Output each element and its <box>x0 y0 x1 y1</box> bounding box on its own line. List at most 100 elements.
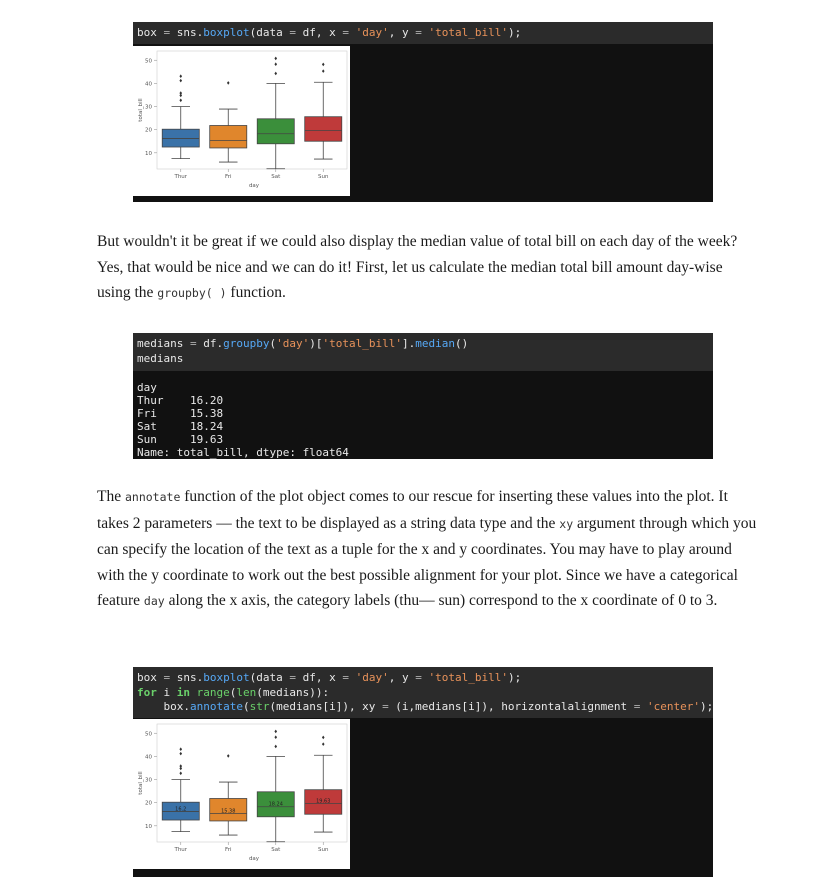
median-annotation: 15.38 <box>221 808 235 814</box>
x-tick-label: Sun <box>318 847 329 853</box>
x-axis-label: day <box>249 183 260 189</box>
code-token: (medians)): <box>256 685 330 699</box>
code-token: , y <box>388 26 416 39</box>
code-token: (data <box>249 671 290 684</box>
code-token: 'total_bill' <box>322 337 402 350</box>
code-token: 'day' <box>355 671 389 684</box>
paragraph-text: The <box>97 488 125 505</box>
y-tick-label: 40 <box>145 81 152 87</box>
code-token: boxplot <box>203 26 250 39</box>
code-token: = <box>289 26 296 39</box>
x-axis-label: day <box>249 856 260 862</box>
code-token: medians <box>137 337 190 350</box>
code-token: (medians[i]), xy <box>269 700 383 713</box>
code-token: , y <box>388 671 416 684</box>
code-token: ); <box>699 700 714 713</box>
code-token: (i,medians[i]), horizontalalignment <box>388 700 634 713</box>
output-line: Fri 15.38 <box>137 407 224 420</box>
boxplot-chart: 10 20 30 40 50 total_bill Thur Fri Sat Sun day <box>133 46 350 196</box>
output-line: Name: total_bill, dtype: float64 <box>137 446 349 459</box>
code-token: for <box>137 685 157 699</box>
code-line: box.annotate(str(medians[i]), xy = (i,me… <box>137 700 713 715</box>
y-tick-label: 10 <box>145 824 152 830</box>
code-token: 'day' <box>276 337 310 350</box>
code-token: 'total_bill' <box>428 26 508 39</box>
code-token: i <box>156 685 177 699</box>
y-tick-label: 20 <box>145 801 152 807</box>
code-token: df, x <box>295 671 343 684</box>
annotated-boxplot-svg: 10 20 30 40 50 total_bill 16.2 Thur 15.38 Fri 18.2… <box>138 723 348 862</box>
code-token: annotate <box>189 700 243 713</box>
boxplot-svg: 10 20 30 40 50 total_bill Thur Fri Sat Sun day <box>138 50 348 189</box>
paragraph-text-end: function. <box>226 284 286 301</box>
median-annotation: 19.63 <box>316 799 330 805</box>
code-token: ); <box>507 26 522 39</box>
inline-code-groupby: groupby( ) <box>157 286 227 300</box>
code-token: str <box>249 700 270 713</box>
code-token: = <box>382 700 389 713</box>
paragraph-text: along the x axis, the category labels (t… <box>164 592 718 609</box>
code-token: = <box>415 671 422 684</box>
y-axis-label: total_bill <box>138 771 144 795</box>
code-token: 'center' <box>646 700 700 713</box>
y-tick-label: 50 <box>145 58 152 64</box>
output-line: Sun 19.63 <box>137 433 224 446</box>
box-sat <box>256 118 295 145</box>
code-token: range <box>196 685 230 699</box>
code-output: day Thur 16.20 Fri 15.38 Sat 18.24 Sun 19.63… <box>133 371 713 459</box>
x-tick-label: Sat <box>271 847 281 853</box>
code-token: sns. <box>170 26 204 39</box>
inline-code: annotate <box>124 490 181 504</box>
annotated-boxplot-chart: 10 20 30 40 50 total_bill 16.2 Thur 15.38 Fri 18.2… <box>133 719 350 869</box>
paragraph-annotate: The annotate function of the plot object… <box>97 484 757 615</box>
plot-area <box>156 50 348 170</box>
code-line: box = sns.boxplot(data = df, x = 'day', … <box>137 671 707 686</box>
output-line: Sat 18.24 <box>137 420 224 433</box>
x-tick-label: Fri <box>225 847 232 853</box>
y-tick-label: 10 <box>145 151 152 157</box>
code-token: = <box>415 26 422 39</box>
y-tick-label: 50 <box>145 731 152 737</box>
plot-area <box>156 723 348 843</box>
code-token: df, x <box>295 26 343 39</box>
x-tick-label: Sun <box>318 174 329 180</box>
inline-code: xy <box>559 516 574 531</box>
code-token: = <box>342 26 349 39</box>
x-tick-label: Fri <box>225 174 232 180</box>
y-tick-label: 40 <box>145 754 152 760</box>
code-token: groupby <box>223 337 270 350</box>
code-line: for i in range(len(medians)): <box>137 686 707 701</box>
y-tick-label: 30 <box>145 778 152 784</box>
code-token: len <box>236 685 257 699</box>
inline-code: day <box>143 594 165 608</box>
code-token: () <box>454 337 469 350</box>
y-axis-label: total_bill <box>138 98 144 122</box>
x-tick-label: Thur <box>173 847 187 853</box>
code-token: box. <box>137 700 190 713</box>
x-tick-label: Sat <box>271 174 281 180</box>
code-token: = <box>342 671 349 684</box>
code-line-medians: medians <box>137 351 184 365</box>
x-tick-label: Thur <box>173 174 187 180</box>
code-token: )[ <box>309 337 323 350</box>
code-token: ); <box>507 671 522 684</box>
output-line: day <box>137 381 157 394</box>
code-token: ( <box>242 700 250 713</box>
output-line: Thur 16.20 <box>137 394 224 407</box>
y-tick-label: 20 <box>145 128 152 134</box>
code-token: 'total_bill' <box>428 671 508 684</box>
median-annotation: 18.24 <box>269 802 283 808</box>
code-token: box <box>137 26 164 39</box>
code-token: in <box>176 685 190 699</box>
code-token: box <box>137 671 164 684</box>
code-token: boxplot <box>203 671 250 684</box>
code-token: = <box>289 671 296 684</box>
code-token: 'day' <box>355 26 389 39</box>
code-token: = <box>189 337 197 350</box>
code-cell-medians: medians = df.groupby('day')['total_bill'… <box>133 333 713 459</box>
code-input: box = sns.boxplot(data = df, x = 'day', … <box>133 22 713 44</box>
